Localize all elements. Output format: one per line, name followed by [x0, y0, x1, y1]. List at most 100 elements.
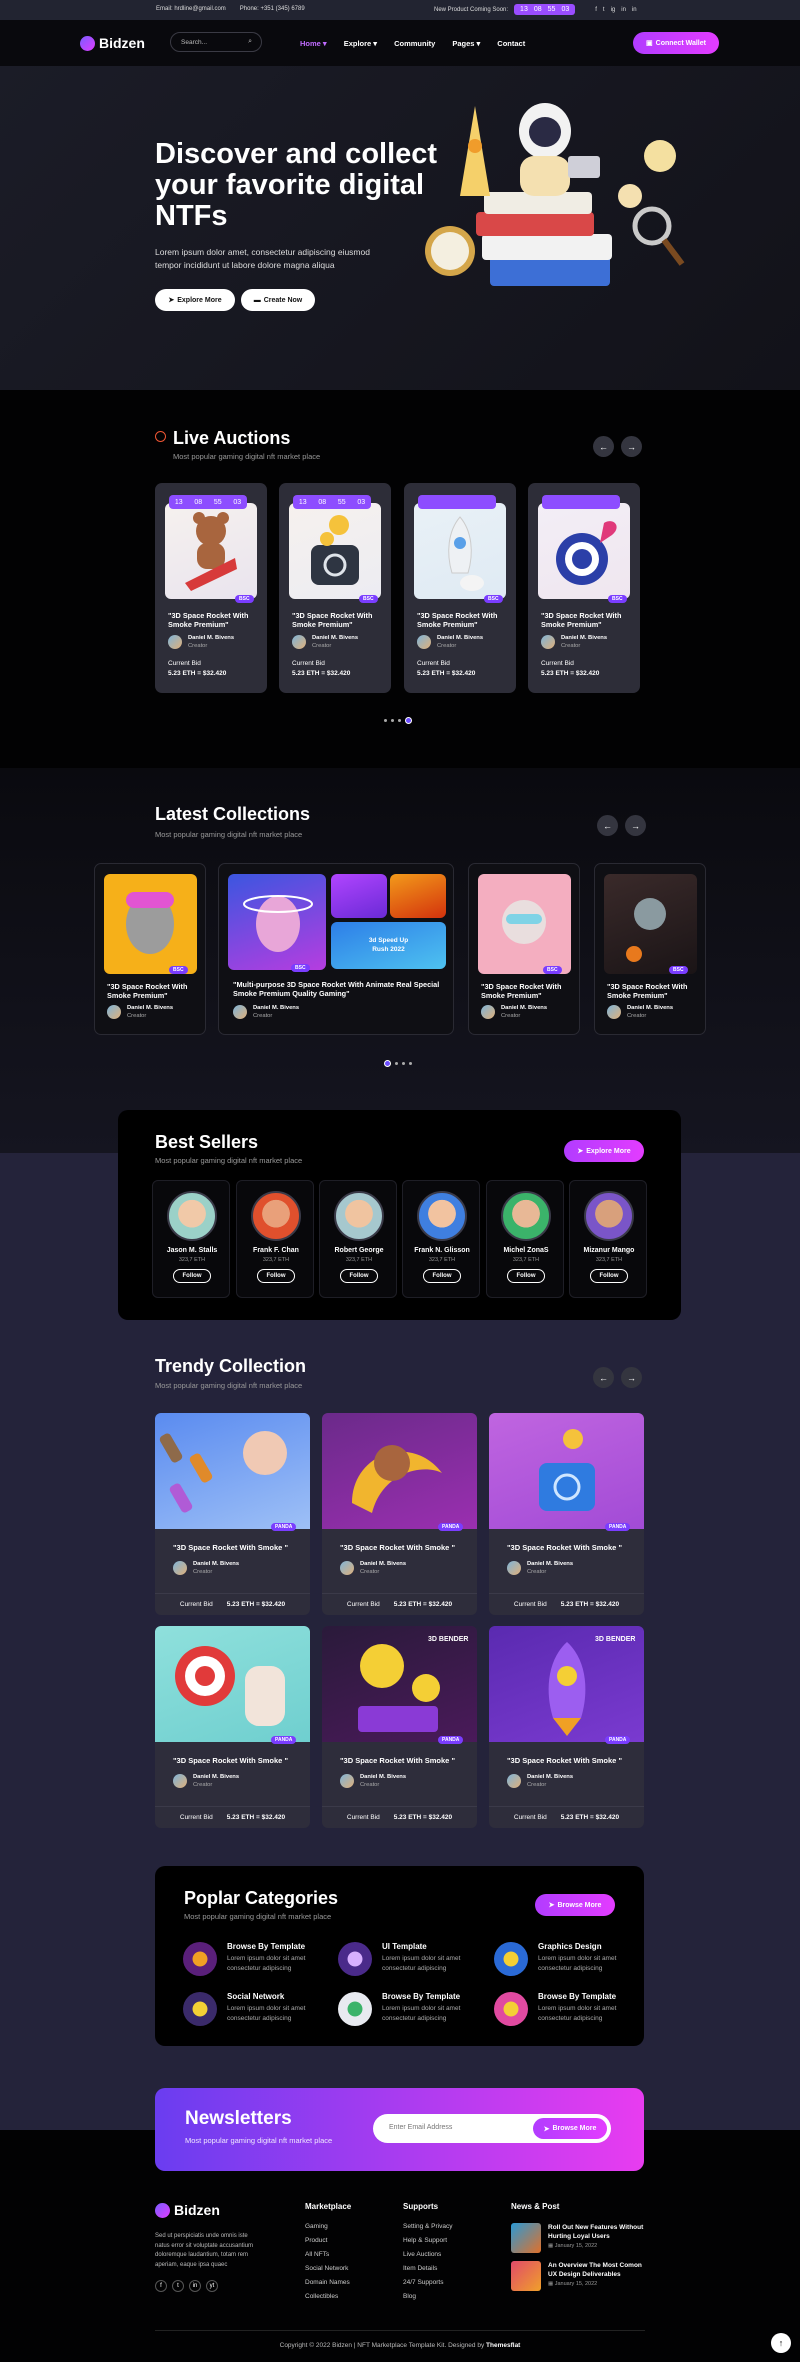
nft-image[interactable] — [228, 874, 326, 970]
footer-link[interactable]: Blog — [403, 2293, 453, 2300]
creator-info[interactable]: Daniel M. Bivens Creator — [507, 1560, 573, 1576]
page-dot-active[interactable] — [405, 717, 412, 724]
nft-image[interactable] — [289, 503, 381, 599]
nav-explore[interactable]: Explore ▾ — [344, 39, 377, 48]
nft-title[interactable]: "Multi-purpose 3D Space Rocket With Anim… — [233, 980, 443, 998]
nft-image[interactable] — [155, 1413, 310, 1529]
category-item[interactable]: Browse By Template Lorem ipsum dolor sit … — [494, 1992, 623, 2026]
nft-thumb[interactable] — [390, 874, 446, 918]
designer-link[interactable]: Themesflat — [486, 2342, 520, 2349]
nft-title[interactable]: "3D Space Rocket With Smoke " — [340, 1756, 455, 1765]
trendy-card[interactable]: PANDA "3D Space Rocket With Smoke " Dani… — [155, 1626, 310, 1828]
nft-title[interactable]: "3D Space Rocket With Smoke Premium" — [541, 611, 631, 629]
explore-more-button[interactable]: ➤ Explore More — [564, 1140, 644, 1162]
linkedin-icon[interactable]: in — [621, 7, 626, 13]
nft-title[interactable]: "3D Space Rocket With Smoke Premium" — [481, 982, 571, 1000]
news-item[interactable]: Roll Out New Features Without Hurting Lo… — [511, 2223, 645, 2253]
nft-title[interactable]: "3D Space Rocket With Smoke Premium" — [107, 982, 197, 1000]
creator-info[interactable]: Daniel M. Bivens Creator — [541, 634, 607, 650]
auction-card[interactable]: 13 08 55 03 BSC "3D Space Rocket With Smoke… — [279, 483, 391, 693]
nft-image[interactable] — [414, 503, 506, 599]
search-icon[interactable]: ⌕ — [248, 38, 252, 46]
page-dot[interactable] — [395, 1062, 398, 1065]
trendy-card[interactable]: 3D BENDER PANDA "3D Space Rocket With Sm… — [322, 1626, 477, 1828]
footer-link[interactable]: 24/7 Supports — [403, 2279, 453, 2286]
follow-button[interactable]: Follow — [507, 1269, 545, 1283]
prev-arrow-icon[interactable]: ← — [593, 436, 614, 457]
nav-contact[interactable]: Contact — [497, 39, 525, 48]
category-item[interactable]: Browse By Template Lorem ipsum dolor sit … — [183, 1942, 312, 1976]
follow-button[interactable]: Follow — [590, 1269, 628, 1283]
nav-pages[interactable]: Pages ▾ — [452, 39, 480, 48]
nft-thumb[interactable]: 3d Speed Up Rush 2022 — [331, 922, 446, 969]
footer-link[interactable]: Social Network — [305, 2265, 351, 2272]
phone-text[interactable]: Phone: +351 (345) 6789 — [240, 6, 305, 12]
creator-info[interactable]: Daniel M. Bivens Creator — [292, 634, 358, 650]
page-dot[interactable] — [391, 719, 394, 722]
nft-thumb[interactable] — [331, 874, 387, 918]
connect-wallet-button[interactable]: ▣ Connect Wallet — [633, 32, 719, 54]
seller-card[interactable]: Michel ZonaS 323,7 ETH Follow — [486, 1180, 564, 1298]
nft-image[interactable] — [489, 1413, 644, 1529]
creator-info[interactable]: Daniel M. Bivens Creator — [340, 1773, 406, 1789]
twitter-icon[interactable]: t — [603, 7, 605, 13]
footer-link[interactable]: Product — [305, 2237, 351, 2244]
next-arrow-icon[interactable]: → — [621, 436, 642, 457]
next-arrow-icon[interactable]: → — [625, 815, 646, 836]
creator-info[interactable]: Daniel M. Bivens Creator — [507, 1773, 573, 1789]
nft-image[interactable] — [104, 874, 197, 974]
search-input[interactable]: Search... ⌕ — [170, 32, 262, 52]
nft-image[interactable] — [322, 1413, 477, 1529]
twitter-icon[interactable]: t — [172, 2280, 184, 2292]
prev-arrow-icon[interactable]: ← — [597, 815, 618, 836]
auction-card[interactable]: BSC "3D Space Rocket With Smoke Premium"… — [404, 483, 516, 693]
trendy-card[interactable]: PANDA "3D Space Rocket With Smoke " Dani… — [155, 1413, 310, 1615]
footer-link[interactable]: Gaming — [305, 2223, 351, 2230]
seller-card[interactable]: Mizanur Mango 323,7 ETH Follow — [569, 1180, 647, 1298]
seller-card[interactable]: Frank N. Glisson 323,7 ETH Follow — [402, 1180, 480, 1298]
follow-button[interactable]: Follow — [340, 1269, 378, 1283]
nft-image[interactable]: 3D BENDER — [489, 1626, 644, 1742]
page-dot[interactable] — [384, 719, 387, 722]
nav-community[interactable]: Community — [394, 39, 435, 48]
page-dot[interactable] — [402, 1062, 405, 1065]
nft-title[interactable]: "3D Space Rocket With Smoke " — [507, 1543, 622, 1552]
collection-card[interactable]: BSC "3D Space Rocket With Smoke Premium"… — [94, 863, 206, 1035]
brand-logo[interactable]: Bidzen — [80, 35, 145, 51]
follow-button[interactable]: Follow — [423, 1269, 461, 1283]
trendy-card[interactable]: PANDA "3D Space Rocket With Smoke " Dani… — [322, 1413, 477, 1615]
collection-card[interactable]: 3d Speed Up Rush 2022 BSC "Multi-purpose … — [218, 863, 454, 1035]
footer-link[interactable]: Item Details — [403, 2265, 453, 2272]
footer-link[interactable]: Setting & Privacy — [403, 2223, 453, 2230]
seller-card[interactable]: Frank F. Chan 323,7 ETH Follow — [236, 1180, 314, 1298]
nft-title[interactable]: "3D Space Rocket With Smoke Premium" — [168, 611, 258, 629]
auction-card[interactable]: BSC "3D Space Rocket With Smoke Premium"… — [528, 483, 640, 693]
creator-info[interactable]: Daniel M. Bivens Creator — [233, 1004, 299, 1020]
seller-card[interactable]: Robert George 323,7 ETH Follow — [319, 1180, 397, 1298]
prev-arrow-icon[interactable]: ← — [593, 1367, 614, 1388]
footer-link[interactable]: Collectibles — [305, 2293, 351, 2300]
browse-more-button[interactable]: ➤ Browse More — [533, 2118, 607, 2139]
back-to-top-icon[interactable]: ↑ — [771, 2333, 791, 2353]
trendy-card[interactable]: 3D BENDER PANDA "3D Space Rocket With Sm… — [489, 1626, 644, 1828]
trendy-card[interactable]: PANDA "3D Space Rocket With Smoke " Dani… — [489, 1413, 644, 1615]
youtube-icon[interactable]: yt — [206, 2280, 218, 2292]
email-text[interactable]: Email: hrdline@gmail.com — [156, 6, 226, 12]
follow-button[interactable]: Follow — [257, 1269, 295, 1283]
creator-info[interactable]: Daniel M. Bivens Creator — [481, 1004, 547, 1020]
category-item[interactable]: Browse By Template Lorem ipsum dolor sit … — [338, 1992, 467, 2026]
newsletter-email-input[interactable]: Enter Email Address ➤ Browse More — [373, 2114, 611, 2143]
category-item[interactable]: Graphics Design Lorem ipsum dolor sit ame… — [494, 1942, 623, 1976]
collection-card[interactable]: BSC "3D Space Rocket With Smoke Premium"… — [468, 863, 580, 1035]
creator-info[interactable]: Daniel M. Bivens Creator — [173, 1560, 239, 1576]
nft-title[interactable]: "3D Space Rocket With Smoke Premium" — [292, 611, 382, 629]
creator-info[interactable]: Daniel M. Bivens Creator — [607, 1004, 673, 1020]
nft-image[interactable]: 3D BENDER — [322, 1626, 477, 1742]
footer-logo[interactable]: Bidzen — [155, 2202, 220, 2218]
category-item[interactable]: Social Network Lorem ipsum dolor sit amet… — [183, 1992, 312, 2026]
footer-link[interactable]: Help & Support — [403, 2237, 453, 2244]
create-now-button[interactable]: ▬ Create Now — [241, 289, 315, 311]
creator-info[interactable]: Daniel M. Bivens Creator — [107, 1004, 173, 1020]
linkedin-icon[interactable]: in — [632, 7, 637, 13]
page-dot-active[interactable] — [384, 1060, 391, 1067]
